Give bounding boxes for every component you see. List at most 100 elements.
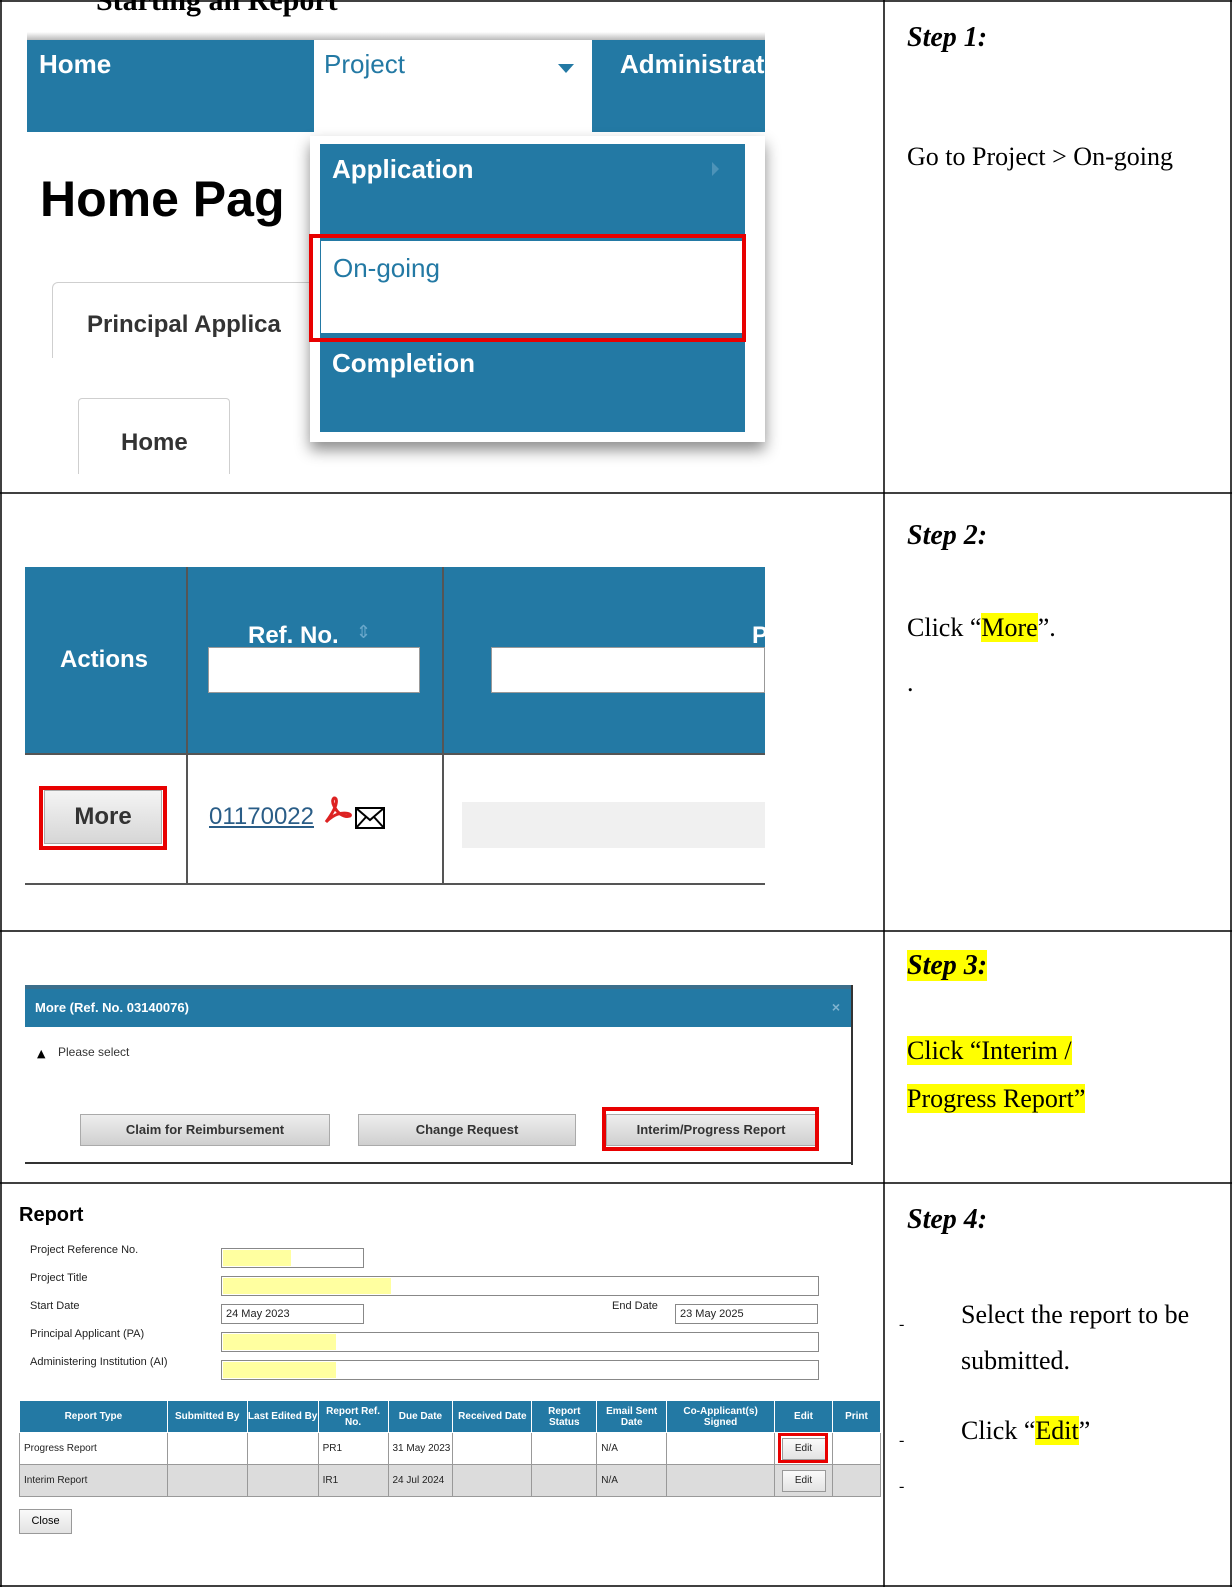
th-email-sent: Email Sent Date [596,1400,668,1433]
cell-email: N/A [596,1464,668,1497]
dialog-titlebar: More (Ref. No. 03140076) × [25,989,852,1027]
sort-icon[interactable]: ⇕ [356,622,371,643]
col-partial: P [752,622,769,649]
th-received-date: Received Date [452,1400,533,1433]
field-highlight [223,1250,291,1266]
bullet-dash: - [899,1432,905,1449]
label-pa: Principal Applicant (PA) [30,1328,145,1340]
table-row: Progress Report PR1 31 May 2023 N/A Edit [19,1432,882,1465]
project-title-field[interactable] [221,1276,819,1296]
cell [246,1432,319,1465]
row-divider [25,883,765,885]
edit-button[interactable]: Edit [781,1469,826,1492]
warning-icon: ▲ [37,1047,46,1060]
col-actions: Actions [60,646,149,673]
pdf-icon[interactable] [322,796,352,826]
project-ref-field[interactable] [221,1248,364,1268]
cell [452,1432,533,1465]
th-report-type: Report Type [19,1400,168,1433]
step3-line1: Click “Interim / [907,1036,1072,1065]
th-co-applicants: Co-Applicant(s) Signed [666,1400,776,1433]
ref-number-link[interactable]: 01170022 [209,803,314,831]
dialog-edge [851,985,853,1165]
ai-field[interactable] [221,1360,819,1380]
tab-principal-applicant[interactable]: Principal Applica [52,282,322,358]
nav-project[interactable]: Project [314,40,592,132]
row-divider [25,753,765,755]
nav-administration[interactable]: Administrat [620,49,764,80]
filter-input[interactable] [491,647,765,693]
step4-item2: Click “Edit” [961,1408,1090,1454]
step2-text-post: ”. [1037,613,1056,642]
field-highlight [223,1362,336,1378]
bullet-dash: - [899,1478,905,1495]
step3-line2: Progress Report” [907,1084,1086,1113]
label-end-date: End Date [612,1300,658,1312]
step2-text-pre: Click “ [907,613,982,642]
cell [452,1464,533,1497]
report-table: Report Type Submitted By Last Edited By … [19,1400,882,1497]
step2-dot: . [907,668,914,697]
highlight-box-edit [778,1433,828,1463]
close-icon[interactable]: × [832,999,840,1015]
mail-icon[interactable] [354,806,386,830]
highlight-box-interim [602,1107,819,1151]
step4-title: Step 4: [907,1204,988,1235]
col-divider [186,567,188,885]
close-button[interactable]: Close [19,1509,72,1534]
step4-item1: Select the report to be submitted. [961,1300,1190,1375]
cell [666,1464,776,1497]
cell [831,1432,882,1465]
label-start-date: Start Date [30,1300,80,1312]
chevron-down-icon [558,64,574,73]
label-ai: Administering Institution (AI) [30,1356,168,1368]
step1-text: Go to Project > On-going [907,142,1173,171]
step4-highlight: Edit [1035,1416,1079,1445]
step4-item2-post: ” [1078,1416,1091,1445]
th-edit: Edit [774,1400,833,1433]
dialog-message: Please select [58,1045,130,1059]
dialog-bottom-edge [25,1162,852,1164]
cell-edit: Edit [774,1464,833,1497]
step3-title: Step 3: [907,950,988,981]
tab-label: Principal Applica [87,311,281,338]
cell [531,1464,598,1497]
cell [666,1432,776,1465]
ref-filter-input[interactable] [208,647,420,693]
table-row: Interim Report IR1 24 Jul 2024 N/A Edit [19,1464,882,1497]
tab-home[interactable]: Home [78,398,230,474]
th-report-status: Report Status [531,1400,598,1433]
cell-email: N/A [596,1432,668,1465]
cell [246,1464,319,1497]
pa-field[interactable] [221,1332,819,1352]
tab-label: Home [121,429,188,456]
label-project-ref: Project Reference No. [30,1244,139,1256]
change-request-button[interactable]: Change Request [358,1114,576,1146]
end-date-field[interactable]: 23 May 2025 [675,1304,818,1324]
menu-item-completion[interactable]: Completion [332,348,475,379]
cell-due: 31 May 2023 [387,1432,454,1465]
cell [166,1432,248,1465]
step2-text: Click “More”. [907,605,1056,651]
cell-report-type: Progress Report [19,1432,168,1465]
menu-item-application[interactable]: Application [332,154,474,185]
th-report-ref: Report Ref. No. [317,1400,389,1433]
screenshot-top-shadow [27,32,765,40]
cell [531,1432,598,1465]
cell-due: 24 Jul 2024 [387,1464,454,1497]
col-ref-no[interactable]: Ref. No. [248,622,339,650]
claim-reimbursement-button[interactable]: Claim for Reimbursement [80,1114,330,1146]
field-highlight [223,1278,391,1294]
nav-home[interactable]: Home [39,49,111,80]
highlight-box-more [39,786,167,850]
start-date-field[interactable]: 24 May 2023 [221,1304,364,1324]
bullet-dash: - [899,1316,905,1333]
cell-ref: IR1 [317,1464,389,1497]
page-title: Home Pag [40,171,285,227]
th-due-date: Due Date [387,1400,454,1433]
th-submitted-by: Submitted By [166,1400,248,1433]
step2-title: Step 2: [907,520,988,551]
th-last-edited-by: Last Edited By [246,1400,319,1433]
highlight-box-ongoing [309,234,746,342]
nav-project-label: Project [324,49,405,79]
